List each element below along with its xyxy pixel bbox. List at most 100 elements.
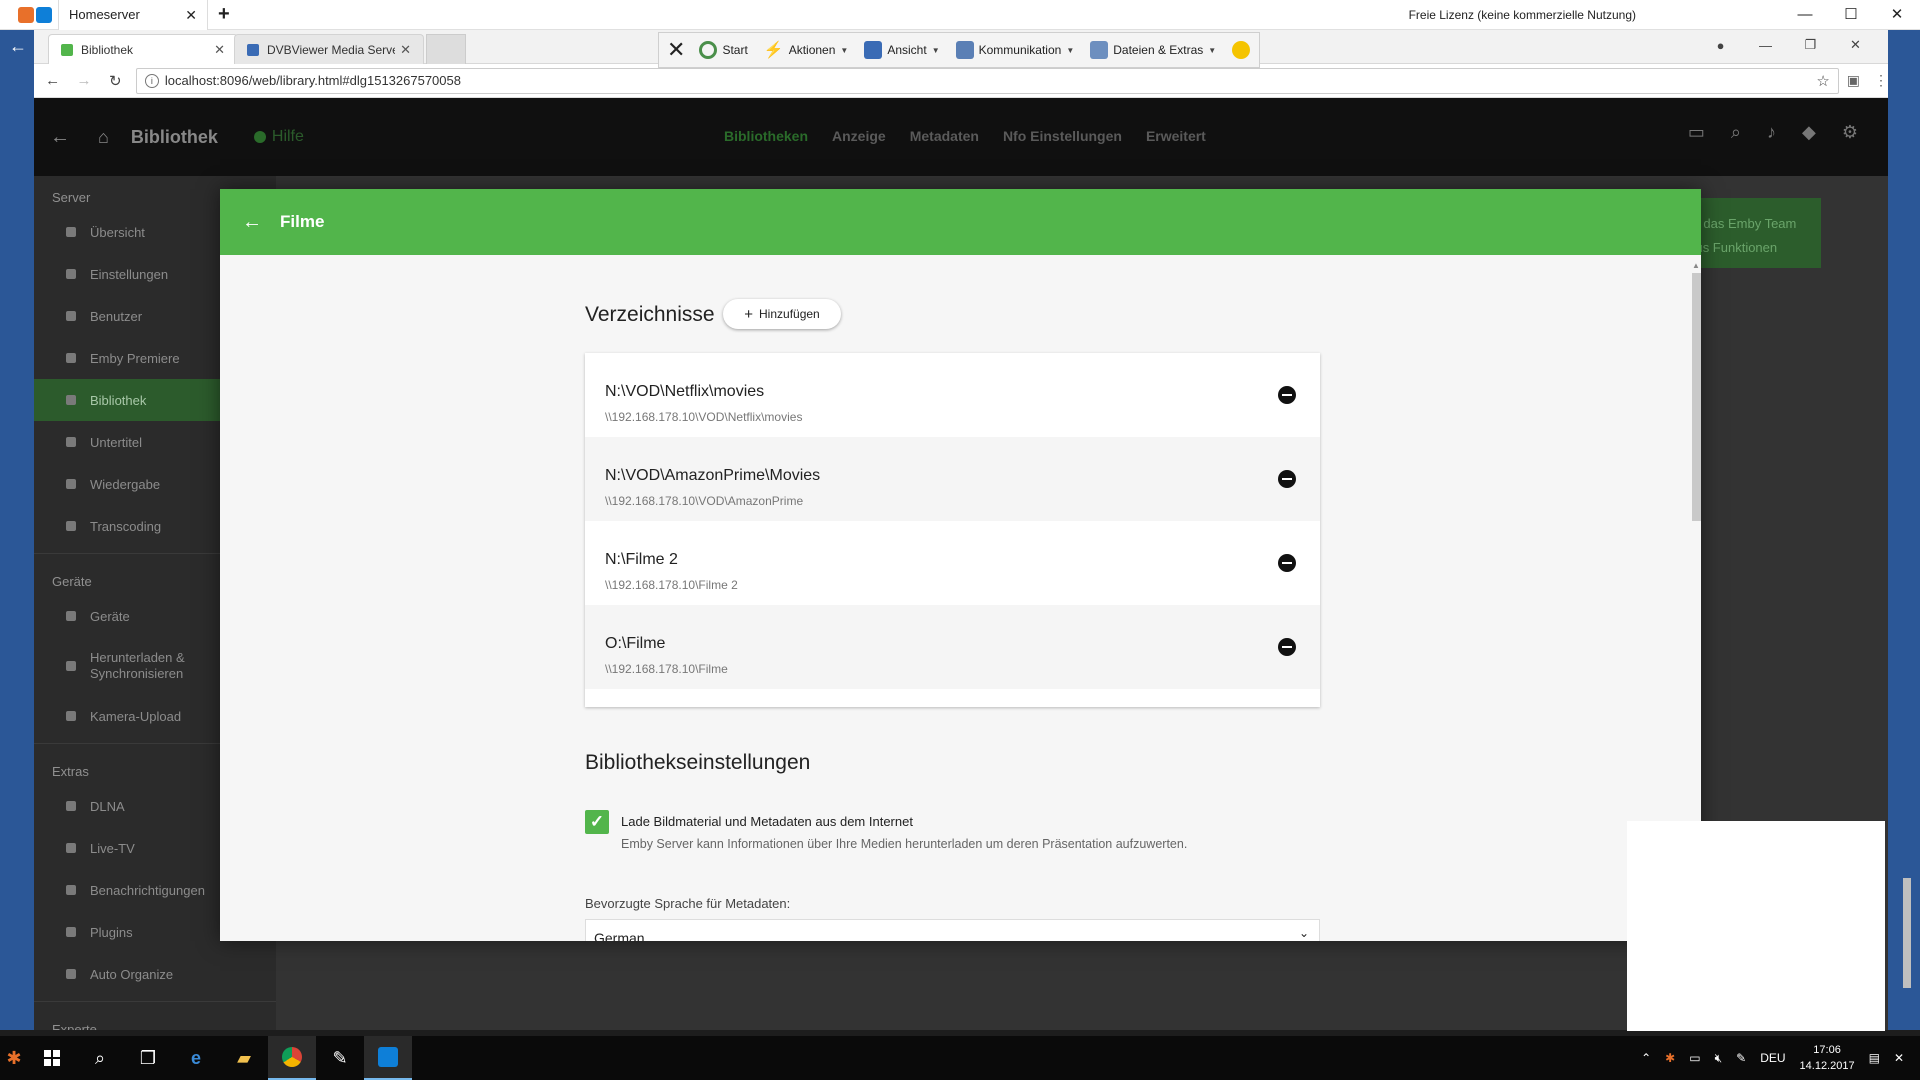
menu-icon[interactable]: ⋮ [1874,72,1888,89]
browser-tab-bibliothek[interactable]: Bibliothek ✕ [48,34,238,64]
edge-icon[interactable]: e [172,1036,220,1080]
checkbox-description: Emby Server kann Informationen über Ihre… [621,837,1188,851]
window-controls: — ☐ ✕ [1782,0,1920,30]
sidebar-item-auto-organize[interactable]: Auto Organize [34,953,276,995]
library-settings-title: Bibliothekseinstellungen [585,751,811,774]
dialog-body: ▲ Verzeichnisse + Hinzufügen N:\VOD\Netf… [220,255,1701,941]
tab-bibliotheken[interactable]: Bibliotheken [724,128,808,144]
folder-network-path: \\192.168.178.10\VOD\AmazonPrime [605,494,804,508]
cast-icon[interactable]: ▭ [1688,122,1705,143]
teamviewer-icon[interactable] [36,6,52,23]
list-item[interactable]: O:\Filme \\192.168.178.10\Filme [585,605,1320,689]
file-transfer-icon [1090,41,1109,59]
help-link[interactable]: Hilfe [253,128,304,146]
sidebar-item-label: Übersicht [90,224,145,240]
task-view-icon[interactable]: ❐ [124,1036,172,1080]
teamviewer-app-icons [0,6,52,23]
gear-icon[interactable]: ⚙ [1842,122,1858,143]
close-window-icon[interactable]: ✕ [1833,37,1878,53]
close-window-icon[interactable]: ✕ [1874,0,1920,30]
restore-icon[interactable]: ❐ [1788,37,1833,53]
network-icon[interactable]: ▭ [1689,1051,1700,1065]
volume-muted-icon[interactable]: 🔇︎ [1715,1051,1723,1066]
sidebar-item-label: Benachrichtigungen [90,882,205,898]
back-arrow-icon[interactable]: ← [50,126,70,149]
list-item[interactable]: N:\VOD\Netflix\movies \\192.168.178.10\V… [585,353,1320,437]
clock[interactable]: 17:06 14.12.2017 [1800,1042,1855,1074]
minimize-icon[interactable]: — [1782,0,1828,30]
emby-favicon-icon [61,43,73,56]
start-button[interactable] [28,1036,76,1080]
search-icon[interactable]: ⌕ [1731,122,1741,143]
tab-label: Bibliothek [81,42,134,57]
address-bar[interactable]: i localhost:8096/web/library.html#dlg151… [135,67,1839,94]
sidebar-item-label: Emby Premiere [90,350,180,366]
reload-icon[interactable]: ↻ [103,72,128,90]
list-item[interactable]: N:\Filme 2 \\192.168.178.10\Filme 2 [585,521,1320,605]
user-avatar-icon[interactable]: ◆ [1802,122,1816,143]
pen-icon[interactable]: ✎ [1736,1051,1746,1065]
close-icon[interactable]: ✕ [1894,1051,1904,1065]
camera-icon[interactable]: ▣ [1847,72,1860,89]
remove-folder-icon[interactable] [1278,638,1296,656]
app-icon[interactable] [18,6,34,23]
forward-icon[interactable]: → [71,72,96,89]
new-tab-button[interactable] [426,34,466,64]
teamviewer-session-tab[interactable]: Homeserver ✕ [58,0,208,30]
feedback-button[interactable] [1224,32,1258,68]
sidebar-item-label: Auto Organize [90,966,174,982]
remove-folder-icon[interactable] [1278,470,1296,488]
ansicht-menu[interactable]: Ansicht ▼ [856,32,947,68]
back-icon[interactable]: ← [40,72,65,89]
language-indicator[interactable]: DEU [1760,1051,1785,1065]
sidebar-item-label: Bibliothek [90,392,147,408]
scroll-up-icon[interactable]: ▲ [1692,261,1700,270]
maximize-icon[interactable]: ☐ [1828,0,1874,30]
add-folder-button[interactable]: + Hinzufügen [723,299,841,329]
search-icon[interactable]: ⌕ [76,1036,124,1080]
profile-icon[interactable]: ● [1698,38,1743,53]
teamviewer-remote-toolbar: ✕ Start ⚡ Aktionen ▼ Ansicht ▼ Kommunika… [658,32,1260,68]
tab-anzeige[interactable]: Anzeige [832,128,886,144]
close-session-icon[interactable]: ✕ [659,37,691,63]
close-tab-icon[interactable]: ✕ [214,42,225,58]
remove-folder-icon[interactable] [1278,386,1296,404]
aktionen-menu[interactable]: ⚡ Aktionen ▼ [756,32,857,68]
sidebar-item-label: Wiedergabe [90,476,161,492]
notifications-icon[interactable]: ▤ [1869,1051,1880,1065]
back-arrow-icon[interactable]: ← [9,36,27,57]
list-item[interactable]: N:\VOD\AmazonPrime\Movies \\192.168.178.… [585,437,1320,521]
kommunikation-menu[interactable]: Kommunikation ▼ [948,32,1083,68]
download-metadata-option[interactable]: ✓ Lade Bildmaterial und Metadaten aus de… [585,810,913,834]
minimize-icon[interactable]: — [1743,38,1788,53]
scrollbar-thumb[interactable] [1692,273,1701,521]
bell-icon[interactable]: ♪ [1767,122,1776,143]
bookmark-star-icon[interactable]: ☆ [1816,72,1829,90]
sidebar-item-label: Geräte [90,608,130,624]
start-button[interactable]: Start [691,32,755,68]
back-arrow-icon[interactable]: ← [242,211,262,234]
chevron-up-icon[interactable]: ⌃ [1641,1051,1651,1065]
color-app-icon[interactable]: ✱ [0,1036,28,1080]
close-tab-icon[interactable]: ✕ [400,42,411,58]
teamviewer-taskbar-icon[interactable] [364,1036,412,1080]
file-explorer-icon[interactable]: ▰ [220,1036,268,1080]
dateien-menu[interactable]: Dateien & Extras ▼ [1082,32,1224,68]
flashlight-app-icon[interactable]: ✎ [316,1036,364,1080]
remove-folder-icon[interactable] [1278,554,1296,572]
chevron-down-icon: ⌄ [1298,926,1309,940]
info-icon[interactable]: i [144,73,159,88]
ansicht-label: Ansicht [887,43,927,57]
metadata-language-select[interactable]: German ⌄ [585,919,1320,941]
home-icon[interactable]: ⌂ [98,127,109,148]
tab-metadaten[interactable]: Metadaten [910,128,979,144]
page-scrollbar-thumb[interactable] [1903,878,1911,988]
tray-app-icon[interactable]: ✱ [1665,1051,1675,1065]
chrome-icon[interactable] [268,1036,316,1080]
tab-nfo-einstellungen[interactable]: Nfo Einstellungen [1003,128,1122,144]
tab-erweitert[interactable]: Erweitert [1146,128,1206,144]
close-icon[interactable]: ✕ [185,7,197,24]
browser-tab-dvbviewer[interactable]: DVBViewer Media Server ✕ [234,34,424,64]
download-metadata-checkbox[interactable]: ✓ [585,810,609,834]
new-session-icon[interactable]: + [218,3,230,26]
